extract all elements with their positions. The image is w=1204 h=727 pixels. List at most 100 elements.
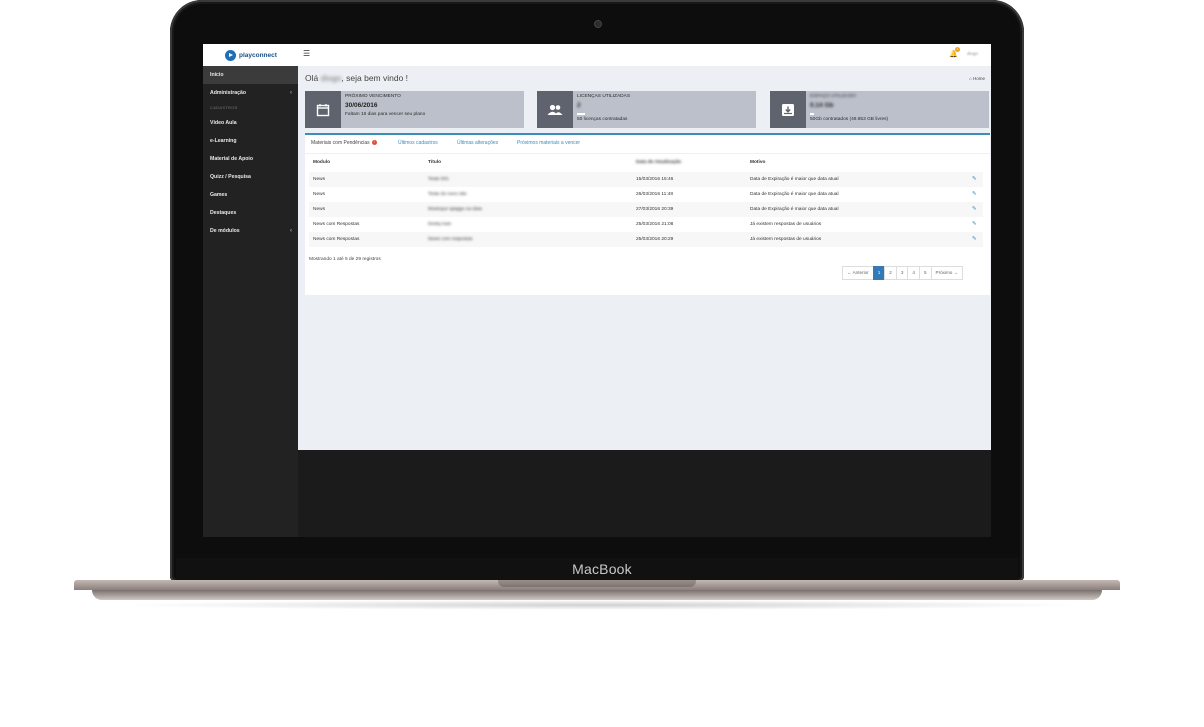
table-row[interactable]: News Teste do novo site 26/03/2016 11:48… xyxy=(309,187,983,202)
cell-data: 25/03/2016 21:08 xyxy=(636,222,674,227)
tab-label: Próximos materiais a vencer xyxy=(517,140,581,146)
edit-icon[interactable]: ✎ xyxy=(972,176,977,182)
edit-icon[interactable]: ✎ xyxy=(972,191,977,197)
page-title: Olá diogo, seja bem vindo ! xyxy=(305,73,408,83)
pagination: ← Anterior 1 2 3 4 5 Próximo → xyxy=(842,266,964,280)
topbar: playconnect ☰ 🔔 1 diogo xyxy=(203,44,991,67)
card-espaco-utilizado: ESPAÇO UTILIZADO 0.14 Gb 50Gb contratado… xyxy=(770,91,989,128)
table-row[interactable]: News Teste 001 15/03/2016 15:46 Data de … xyxy=(309,172,983,187)
card-label: LICENÇAS UTILIZADAS xyxy=(577,94,631,99)
cell-modulo: News com Respostas xyxy=(313,222,360,227)
breadcrumb-label: Home xyxy=(972,76,985,81)
cell-data: 27/03/2016 20:39 xyxy=(636,207,674,212)
table-row[interactable]: News com Respostas News com respostas 25… xyxy=(309,232,983,247)
tab-label: Últimos cadastros xyxy=(398,140,438,146)
cell-motivo: Já existem respostas de usuários xyxy=(750,237,822,242)
card-progress-bar xyxy=(810,113,814,115)
chevron-left-icon: ‹ xyxy=(290,228,292,234)
cell-modulo: News xyxy=(313,192,325,197)
laptop-brand-label: MacBook xyxy=(572,561,632,577)
edit-icon[interactable]: ✎ xyxy=(972,236,977,242)
tab-bar: Materiais com Pendências! Últimos cadast… xyxy=(305,135,990,154)
users-icon xyxy=(537,91,573,128)
pagination-prev[interactable]: ← Anterior xyxy=(842,266,874,280)
sidebar-item-quizz-pesquisa[interactable]: Quizz / Pesquisa xyxy=(203,168,298,186)
home-icon: ⌂ xyxy=(969,76,972,81)
tab-ultimos-cadastros[interactable]: Últimos cadastros xyxy=(398,140,438,146)
edit-icon[interactable]: ✎ xyxy=(972,206,977,212)
cell-titulo: News com respostas xyxy=(428,237,473,242)
alert-icon: ! xyxy=(371,140,377,146)
cell-modulo: News xyxy=(313,207,325,212)
greeting-suffix: , seja bem vindo ! xyxy=(341,73,409,83)
card-value: 0.14 Gb xyxy=(810,102,834,109)
sidebar-item-de-modulos[interactable]: De módulos ‹ xyxy=(203,222,298,240)
tab-ultimas-alteracoes[interactable]: Últimas alterações xyxy=(457,140,498,146)
cell-modulo: News xyxy=(313,177,325,182)
cell-motivo: Data de Expiração é maior que data atual xyxy=(750,177,839,182)
sidebar-section-cadastros: CADASTROS xyxy=(210,105,238,110)
breadcrumb[interactable]: ⌂ Home xyxy=(969,76,985,81)
cell-modulo: News com Respostas xyxy=(313,237,360,242)
card-label: PRÓXIMO VENCIMENTO xyxy=(345,94,401,99)
hamburger-icon[interactable]: ☰ xyxy=(303,50,310,58)
sidebar-item-label: Administração xyxy=(210,90,247,96)
card-desc: 50Gb contratados (49.853 GB livres) xyxy=(810,117,889,122)
edit-icon[interactable]: ✎ xyxy=(972,221,977,227)
table-row[interactable]: News Mostrque sjaiggu na data 27/03/2016… xyxy=(309,202,983,217)
sidebar-item-administracao[interactable]: Administração ‹ xyxy=(203,84,298,102)
cell-data: 26/03/2016 11:48 xyxy=(636,192,673,197)
table-row[interactable]: News com Respostas Destq man 25/03/2016 … xyxy=(309,217,983,232)
sidebar-item-label: e-Learning xyxy=(210,138,237,144)
storage-icon xyxy=(770,91,806,128)
column-header-motivo[interactable]: Motivo xyxy=(750,160,765,165)
cell-data: 15/03/2016 15:46 xyxy=(636,177,674,182)
cell-motivo: Já existem respostas de usuários xyxy=(750,222,822,227)
sidebar-item-video-aula[interactable]: Vídeo Aula xyxy=(203,114,298,132)
sidebar-item-material-de-apoio[interactable]: Material de Apoio xyxy=(203,150,298,168)
cell-titulo: Teste do novo site xyxy=(428,192,467,197)
notification-badge: 1 xyxy=(955,47,960,52)
logo[interactable]: playconnect xyxy=(225,48,277,62)
play-logo-icon xyxy=(225,49,236,61)
laptop-notch xyxy=(498,580,696,587)
card-licencas-utilizadas: LICENÇAS UTILIZADAS 2 50 licenças contra… xyxy=(537,91,756,128)
sidebar-item-label: Vídeo Aula xyxy=(210,120,237,126)
card-value: 30/06/2016 xyxy=(345,102,378,109)
card-progress-bar xyxy=(577,113,585,115)
sidebar-item-e-learning[interactable]: e-Learning xyxy=(203,132,298,150)
card-label-text: ESPAÇO UTILIZADO xyxy=(810,94,857,99)
sidebar-item-label: Destaques xyxy=(210,210,237,216)
tab-materiais-com-pendencias[interactable]: Materiais com Pendências! xyxy=(311,140,377,146)
sidebar-item-label: Quizz / Pesquisa xyxy=(210,174,251,180)
user-name[interactable]: diogo xyxy=(967,51,978,56)
cell-motivo: Data de Expiração é maior que data atual xyxy=(750,207,839,212)
pagination-next[interactable]: Próximo → xyxy=(930,266,964,280)
sidebar-item-games[interactable]: Games xyxy=(203,186,298,204)
card-desc: 50 licenças contratadas xyxy=(577,117,628,122)
tab-proximos-materiais-a-vencer[interactable]: Próximos materiais a vencer xyxy=(517,140,580,146)
column-header-data[interactable]: Data de Atualização xyxy=(636,160,681,165)
greeting-name: diogo xyxy=(320,73,342,83)
calendar-icon xyxy=(305,91,341,128)
column-header-titulo[interactable]: Título xyxy=(428,160,441,165)
column-header-modulo[interactable]: Modulo xyxy=(313,160,330,165)
logo-text: playconnect xyxy=(239,51,277,59)
sidebar-item-label: Games xyxy=(210,192,228,198)
cell-titulo: Destq man xyxy=(428,222,452,227)
sidebar-item-destaques[interactable]: Destaques xyxy=(203,204,298,222)
sidebar-item-inicio[interactable]: Início xyxy=(203,66,298,84)
card-value: 2 xyxy=(577,102,581,109)
sidebar-item-label: Material de Apoio xyxy=(210,156,254,162)
table-summary: Mostrando 1 até 5 de 29 registros xyxy=(309,257,381,262)
tab-label: Últimas alterações xyxy=(457,140,499,146)
card-desc: Faltam 16 dias para vencer seu plano xyxy=(345,112,426,117)
materials-panel: Materiais com Pendências! Últimos cadast… xyxy=(305,133,990,295)
cell-titulo: Teste 001 xyxy=(428,177,449,182)
laptop-base-lower xyxy=(92,590,1102,600)
laptop-shadow xyxy=(110,600,1094,610)
webcam xyxy=(594,20,602,28)
screen: playconnect ☰ 🔔 1 diogo Início Administr… xyxy=(203,44,991,537)
cell-titulo: Mostrque sjaiggu na data xyxy=(428,207,482,212)
card-proximo-vencimento: PRÓXIMO VENCIMENTO 30/06/2016 Faltam 16 … xyxy=(305,91,524,128)
